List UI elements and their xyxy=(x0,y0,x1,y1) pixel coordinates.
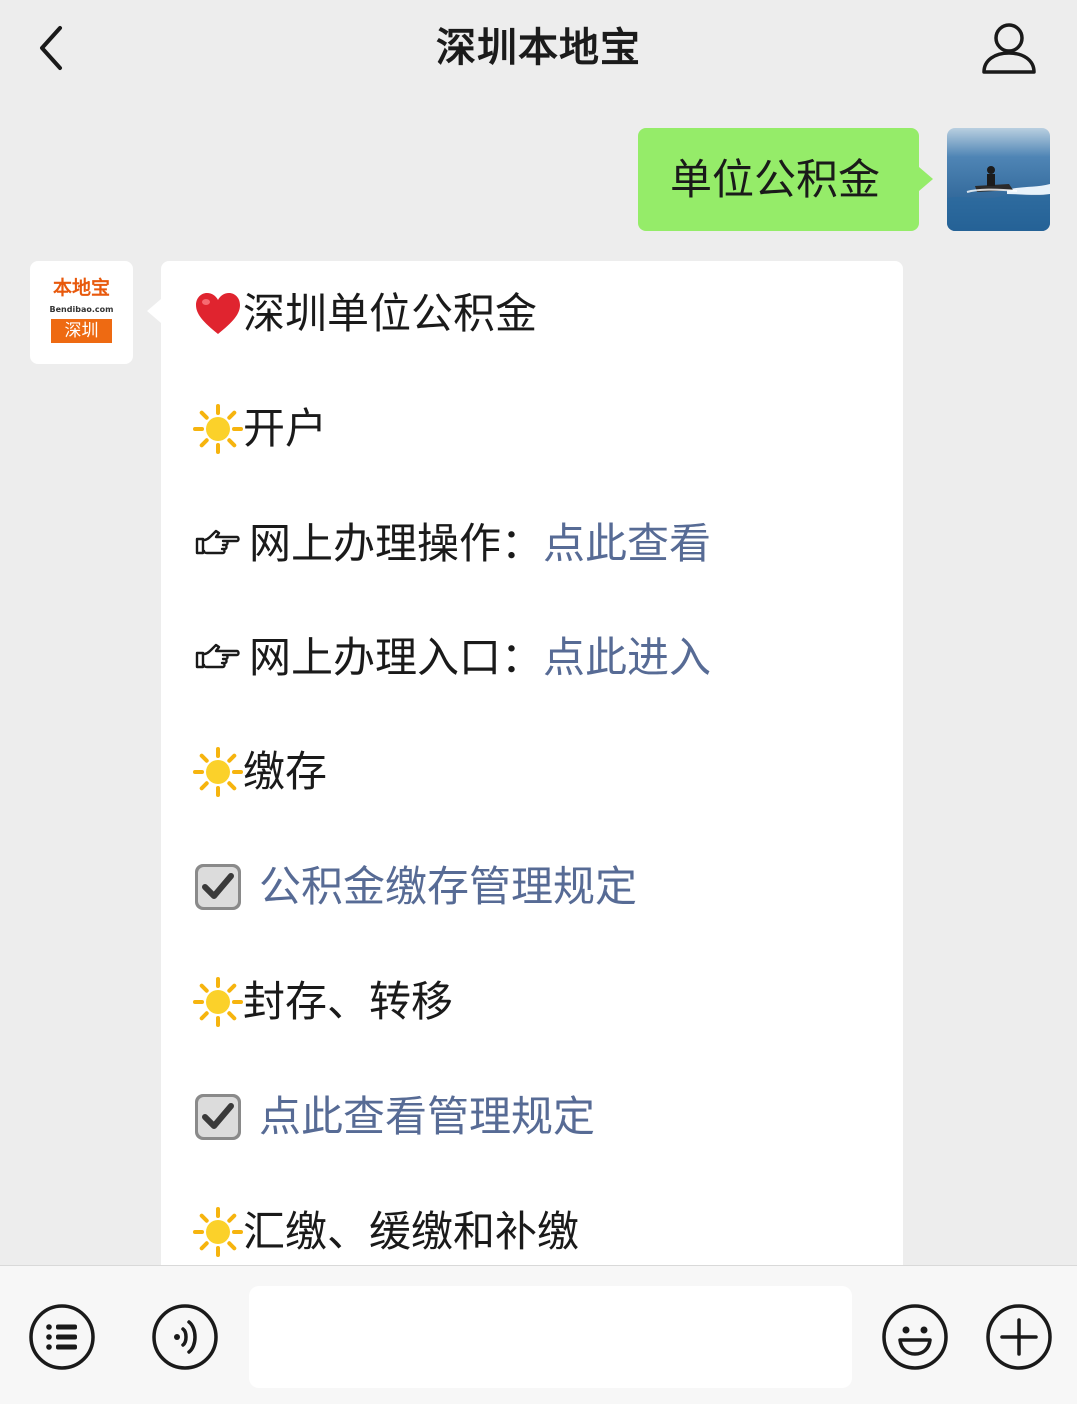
list-item: 汇缴、缓缴和补缴 xyxy=(193,1204,579,1260)
section-heading: 开户 xyxy=(243,404,328,453)
bot-logo-city: 深圳 xyxy=(51,319,112,343)
chat-message-area[interactable]: 单位公积金 本地宝 Bendibao.com 深圳 深圳单位公积金 开户 网上办… xyxy=(0,100,1077,1265)
list-item: 深圳单位公积金 xyxy=(193,286,537,342)
chat-title: 深圳本地宝 xyxy=(436,25,641,71)
deposit-rules-link[interactable]: 公积金缴存管理规定 xyxy=(259,859,637,915)
sun-icon xyxy=(193,1207,243,1257)
section-heading: 汇缴、缓缴和补缴 xyxy=(243,1207,580,1256)
top-navigation-bar: 深圳本地宝 xyxy=(0,0,1077,100)
profile-icon[interactable] xyxy=(978,20,1040,78)
checkbox-icon xyxy=(193,862,243,912)
list-item: 开户 xyxy=(193,401,327,457)
row-label: 网上办理操作： xyxy=(249,519,544,568)
plus-icon[interactable] xyxy=(985,1303,1053,1371)
list-item: 点此查看管理规定 xyxy=(193,1089,595,1145)
user-message-bubble[interactable]: 单位公积金 xyxy=(638,128,933,231)
message-input-bar xyxy=(0,1265,1077,1404)
list-item: 公积金缴存管理规定 xyxy=(193,859,637,915)
sun-icon xyxy=(193,977,243,1027)
list-item: 网上办理入口： 点此进入 xyxy=(193,630,711,686)
checkbox-icon xyxy=(193,1092,243,1142)
user-message-text: 单位公积金 xyxy=(670,155,881,204)
sun-icon xyxy=(193,747,243,797)
pointing-hand-icon xyxy=(193,633,243,683)
sun-icon xyxy=(193,404,243,454)
section-heading: 缴存 xyxy=(243,747,328,796)
list-item: 封存、转移 xyxy=(193,974,453,1030)
menu-list-icon[interactable] xyxy=(28,1303,96,1371)
bot-message-bubble[interactable]: 深圳单位公积金 开户 网上办理操作： 点此查看 网上办理入口： 点此进入 缴存 … xyxy=(147,261,903,1265)
list-item: 缴存 xyxy=(193,744,327,800)
pointing-hand-icon xyxy=(193,519,243,569)
list-item: 网上办理操作： 点此查看 xyxy=(193,516,711,572)
bot-logo-brand: 本地宝 xyxy=(52,277,110,299)
bot-logo-site: Bendibao.com xyxy=(49,305,114,314)
view-operation-link[interactable]: 点此查看 xyxy=(543,516,711,572)
bot-avatar[interactable]: 本地宝 Bendibao.com 深圳 xyxy=(30,261,133,364)
voice-icon[interactable] xyxy=(151,1303,219,1371)
management-rules-link[interactable]: 点此查看管理规定 xyxy=(259,1089,595,1145)
row-label: 网上办理入口： xyxy=(249,633,544,682)
user-avatar[interactable] xyxy=(947,128,1050,231)
enter-portal-link[interactable]: 点此进入 xyxy=(543,630,711,686)
emoji-icon[interactable] xyxy=(881,1303,949,1371)
heart-icon xyxy=(193,289,243,339)
section-heading: 封存、转移 xyxy=(243,977,454,1026)
section-title: 深圳单位公积金 xyxy=(243,289,538,338)
message-input[interactable] xyxy=(249,1286,852,1388)
